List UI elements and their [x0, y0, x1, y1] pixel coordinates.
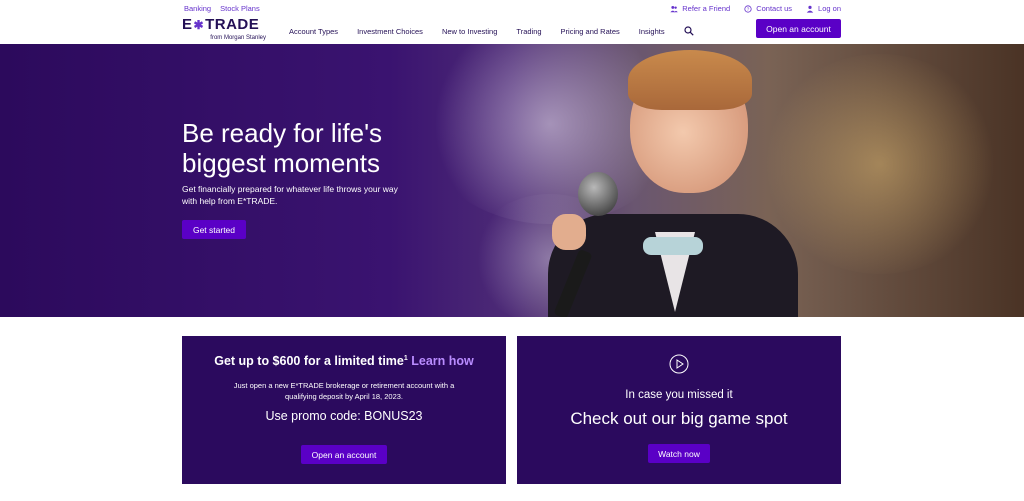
- refer-friend-icon: [670, 5, 679, 12]
- video-subtitle: In case you missed it: [625, 389, 733, 401]
- hero-description: Get financially prepared for whatever li…: [182, 184, 398, 206]
- get-started-button[interactable]: Get started: [182, 220, 246, 239]
- svg-text:?: ?: [747, 6, 750, 12]
- stock-plans-link[interactable]: Stock Plans: [220, 4, 260, 13]
- contact-us-link[interactable]: ? Contact us: [744, 4, 792, 13]
- main-nav: Account Types Investment Choices New to …: [289, 26, 694, 36]
- user-icon: [806, 5, 814, 13]
- promo-open-account-button[interactable]: Open an account: [301, 445, 387, 464]
- hero-banner: [0, 44, 1024, 317]
- banking-link[interactable]: Banking: [184, 4, 211, 13]
- nav-new-to-investing[interactable]: New to Investing: [442, 27, 497, 36]
- star-icon: ✱: [193, 17, 205, 32]
- watch-now-button[interactable]: Watch now: [648, 444, 710, 463]
- nav-pricing-and-rates[interactable]: Pricing and Rates: [561, 27, 620, 36]
- open-account-button[interactable]: Open an account: [756, 19, 841, 38]
- promo-code: Use promo code: BONUS23: [265, 409, 423, 423]
- nav-investment-choices[interactable]: Investment Choices: [357, 27, 423, 36]
- hero-title: Be ready for life's biggest moments: [182, 118, 383, 178]
- promo-text: Just open a new E*TRADE brokerage or ret…: [233, 381, 455, 401]
- nav-account-types[interactable]: Account Types: [289, 27, 338, 36]
- refer-friend-link[interactable]: Refer a Friend: [670, 4, 730, 13]
- contact-icon: ?: [744, 4, 752, 12]
- etrade-logo[interactable]: E ✱ TRADE from Morgan Stanley: [182, 17, 266, 41]
- play-icon[interactable]: [669, 354, 689, 374]
- logo-subtitle: from Morgan Stanley: [210, 35, 266, 41]
- log-on-link[interactable]: Log on: [806, 4, 841, 13]
- learn-how-link[interactable]: Learn how: [411, 354, 474, 368]
- promo-card: Get up to $600 for a limited time1 Learn…: [182, 336, 506, 484]
- nav-insights[interactable]: Insights: [639, 27, 665, 36]
- video-card: In case you missed it Check out our big …: [517, 336, 841, 484]
- promo-headline: Get up to $600 for a limited time1 Learn…: [214, 354, 474, 368]
- utility-links-left: Banking Stock Plans: [184, 4, 260, 13]
- nav-trading[interactable]: Trading: [516, 27, 541, 36]
- search-icon[interactable]: [684, 26, 694, 36]
- utility-links-right: Refer a Friend ? Contact us Log on: [670, 4, 841, 13]
- video-title: Check out our big game spot: [570, 409, 788, 428]
